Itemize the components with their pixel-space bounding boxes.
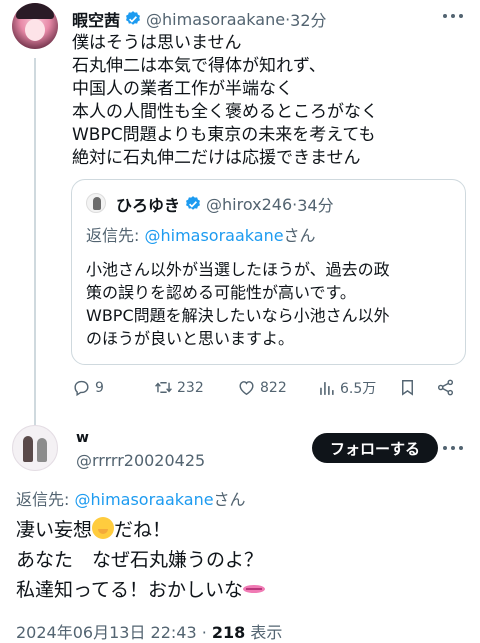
quoted-author-name: ひろゆき xyxy=(116,196,181,215)
reply-text-part: 私達知ってる！おかしいな xyxy=(16,579,244,601)
reply-avatar[interactable] xyxy=(12,425,58,471)
reply-text: 凄い妄想 だね！ あなた なぜ石丸嫌うのよ？ 私達知ってる！おかしいな xyxy=(16,515,266,605)
quoted-text-line: WBPC問題を解決したいなら小池さん以外 xyxy=(86,306,390,325)
verified-badge-icon xyxy=(126,11,140,25)
reply-icon xyxy=(74,380,89,397)
reply-to-handle-link[interactable]: @himasoraakane xyxy=(144,226,283,245)
author-handle[interactable]: @himasoraakane xyxy=(146,10,285,29)
like-count: 822 xyxy=(260,379,287,396)
reply-text-part: だね！ xyxy=(114,519,172,541)
more-options-icon[interactable] xyxy=(440,438,466,458)
views-count: 218 xyxy=(211,623,246,642)
quoted-text-line: 策の誤りを認める可能性が高いです。 xyxy=(86,283,356,302)
view-count: 6.5万 xyxy=(340,381,377,397)
quoted-text: 小池さん以外が当選したほうが、過去の政 策の誤りを認める可能性が高いです。 WB… xyxy=(86,258,456,350)
tweet-text-line: WBPC問題よりも東京の未来を考えても xyxy=(72,125,376,145)
retweet-button[interactable]: 232 xyxy=(154,378,204,397)
reply-text-line: 私達知ってる！おかしいな xyxy=(16,575,266,605)
heart-icon xyxy=(239,381,254,396)
quoted-avatar xyxy=(86,193,106,213)
reply-count: 9 xyxy=(95,379,104,396)
share-icon xyxy=(437,379,454,396)
thread-line xyxy=(34,58,36,428)
tweet-text-line: 中国人の業者工作が半端なく xyxy=(72,79,293,99)
follow-button[interactable]: フォローする xyxy=(312,433,438,463)
analytics-icon xyxy=(320,381,334,395)
tweet-text-line: 僕はそうは思いません xyxy=(72,33,242,53)
reply-text-part: 凄い妄想 xyxy=(16,519,93,541)
bookmark-icon xyxy=(402,380,413,396)
views-label: 表示 xyxy=(245,623,283,642)
tweet-text-line: 本人の人間性も全く褒めるところがなく xyxy=(72,102,378,122)
reply-button[interactable]: 9 xyxy=(72,378,104,397)
like-button[interactable]: 822 xyxy=(237,378,287,397)
reply-prefix: 返信先: xyxy=(16,490,75,509)
reply-author-name[interactable]: w xyxy=(76,430,89,446)
reply-context: 返信先: @himasoraakaneさん xyxy=(16,486,246,510)
bookmark-button[interactable] xyxy=(398,378,421,397)
quoted-header: ひろゆき @hirox246 · 34分 xyxy=(116,192,334,216)
reply-text-line: 凄い妄想 だね！ xyxy=(16,515,265,545)
quoted-text-line: のほうが良いと思いますよ。 xyxy=(86,329,295,348)
tweet-text: 僕はそうは思いません 石丸伸二は本気で得体が知れず、 中国人の業者工作が半端なく… xyxy=(72,32,472,170)
reply-suffix: さん xyxy=(213,490,246,509)
timestamp[interactable]: 32分 xyxy=(290,7,326,31)
tweet-text-line: 絶対に石丸伸二だけは応援できません xyxy=(72,148,361,168)
hand-over-mouth-emoji-icon xyxy=(92,517,115,539)
tweet-header: 暇空茜 @himasoraakane · 32分 xyxy=(72,7,327,31)
views-button[interactable]: 6.5万 xyxy=(317,378,376,398)
action-bar: 9 232 822 6.5万 xyxy=(72,378,468,404)
quoted-tweet-card[interactable]: ひろゆき @hirox246 · 34分 返信先: @himasoraakane… xyxy=(71,179,466,365)
more-options-icon[interactable] xyxy=(440,6,466,26)
reply-text-line: あなた なぜ石丸嫌うのよ？ xyxy=(16,549,264,571)
reply-prefix: 返信先: xyxy=(86,226,145,245)
quoted-author-handle: @hirox246 xyxy=(206,194,293,214)
quoted-reply-context: 返信先: @himasoraakaneさん xyxy=(86,222,316,246)
post-date[interactable]: 2024年06月13日 22:43 · xyxy=(16,623,212,642)
lips-emoji-icon xyxy=(243,583,266,595)
author-name[interactable]: 暇空茜 xyxy=(72,7,120,31)
quoted-timestamp: 34分 xyxy=(297,196,334,215)
verified-badge-icon xyxy=(186,196,200,210)
reply-suffix: さん xyxy=(283,226,316,245)
tweet-meta: 2024年06月13日 22:43 · 218 表示 xyxy=(16,619,282,643)
share-button[interactable] xyxy=(436,378,459,397)
quoted-text-line: 小池さん以外が当選したほうが、過去の政 xyxy=(86,260,390,279)
reply-to-handle-link[interactable]: @himasoraakane xyxy=(74,490,213,509)
retweet-icon xyxy=(155,382,172,393)
avatar[interactable] xyxy=(12,3,58,49)
reply-author-handle[interactable]: @rrrrr20020425 xyxy=(76,451,205,470)
retweet-count: 232 xyxy=(177,379,204,396)
tweet-text-line: 石丸伸二は本気で得体が知れず、 xyxy=(72,56,326,76)
